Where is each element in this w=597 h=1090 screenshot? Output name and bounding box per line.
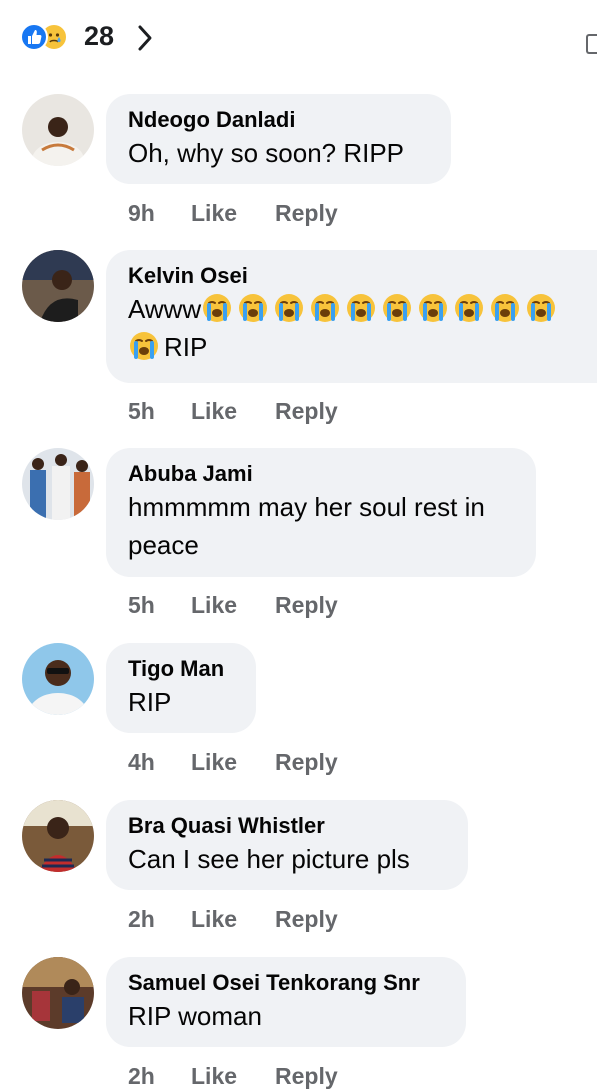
comment-author[interactable]: Bra Quasi Whistler — [128, 812, 446, 840]
reply-button[interactable]: Reply — [275, 398, 338, 425]
chevron-right-icon[interactable] — [136, 24, 154, 52]
like-button[interactable]: Like — [191, 906, 237, 933]
crying-face-icon — [201, 292, 233, 324]
comment-text: Oh, why so soon? RIPP — [128, 138, 405, 168]
emoji-row — [201, 294, 561, 324]
crying-face-icon — [489, 292, 521, 324]
reply-button[interactable]: Reply — [275, 749, 338, 776]
crying-face-icon — [309, 292, 341, 324]
like-button[interactable]: Like — [191, 592, 237, 619]
comment-bubble[interactable]: Bra Quasi Whistler Can I see her picture… — [106, 800, 468, 890]
comment-time[interactable]: 5h — [128, 398, 155, 425]
comment-time[interactable]: 9h — [128, 200, 155, 227]
comment-bubble[interactable]: Tigo Man RIP — [106, 643, 256, 733]
avatar[interactable] — [22, 957, 94, 1029]
comment-author[interactable]: Samuel Osei Tenkorang Snr — [128, 969, 444, 997]
avatar[interactable] — [22, 800, 94, 872]
comment-text: RIP woman — [128, 1001, 262, 1031]
reply-button[interactable]: Reply — [275, 906, 338, 933]
like-reaction-icon — [20, 23, 48, 51]
comment-bubble[interactable]: Abuba Jami hmmmmm may her soul rest in p… — [106, 448, 536, 577]
emoji-row — [128, 332, 164, 362]
comment-bubble[interactable]: Samuel Osei Tenkorang Snr RIP woman — [106, 957, 466, 1047]
crying-face-icon — [381, 292, 413, 324]
comment-bubble[interactable]: Kelvin Osei Awww RIP — [106, 250, 597, 383]
reply-button[interactable]: Reply — [275, 200, 338, 227]
avatar[interactable] — [22, 94, 94, 166]
comment-author[interactable]: Tigo Man — [128, 655, 234, 683]
crying-face-icon — [453, 292, 485, 324]
crying-face-icon — [273, 292, 305, 324]
crying-face-icon — [525, 292, 557, 324]
comment-author[interactable]: Abuba Jami — [128, 460, 514, 488]
avatar[interactable] — [22, 643, 94, 715]
comment-text-suffix: RIP — [164, 332, 208, 362]
comment-time[interactable]: 4h — [128, 749, 155, 776]
crying-face-icon — [417, 292, 449, 324]
reply-button[interactable]: Reply — [275, 592, 338, 619]
like-button[interactable]: Like — [191, 200, 237, 227]
like-button[interactable]: Like — [191, 398, 237, 425]
crying-face-icon — [237, 292, 269, 324]
crying-face-icon — [345, 292, 377, 324]
crying-face-icon — [128, 330, 160, 362]
comment-text: Can I see her picture pls — [128, 844, 410, 874]
avatar[interactable] — [22, 448, 94, 520]
comment-author[interactable]: Kelvin Osei — [128, 262, 575, 290]
comment-text: RIP — [128, 687, 172, 717]
comment-bubble[interactable]: Ndeogo Danladi Oh, why so soon? RIPP — [106, 94, 451, 184]
reactions-bar[interactable]: 28 — [0, 0, 597, 80]
avatar[interactable] — [22, 250, 94, 322]
reaction-count: 28 — [84, 21, 115, 51]
comment-text: Awww — [128, 290, 575, 328]
comment-time[interactable]: 5h — [128, 592, 155, 619]
comment-text-prefix: Awww — [128, 294, 202, 324]
comment-text-line2: RIP — [128, 328, 575, 366]
comment-author[interactable]: Ndeogo Danladi — [128, 106, 429, 134]
bookmark-icon[interactable] — [586, 34, 597, 54]
comment-text: hmmmmm may her soul rest in peace — [128, 492, 485, 560]
comment-time[interactable]: 2h — [128, 906, 155, 933]
like-button[interactable]: Like — [191, 749, 237, 776]
